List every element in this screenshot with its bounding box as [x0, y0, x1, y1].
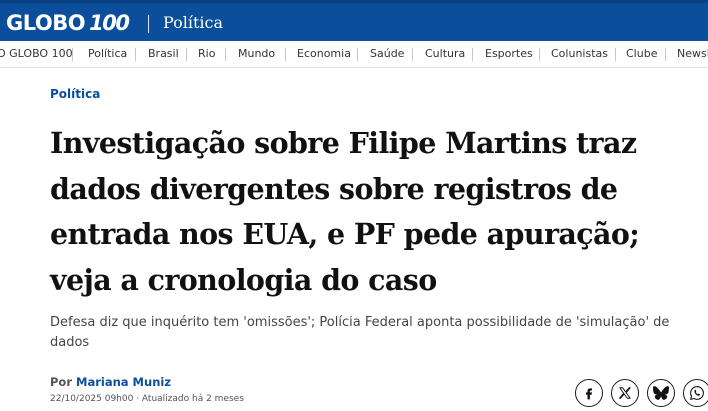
nav-item-colunistas[interactable]: Colunistas [551, 47, 608, 60]
share-facebook-button[interactable] [575, 379, 603, 407]
share-whatsapp-button[interactable] [683, 379, 708, 407]
nav-divider [285, 48, 286, 61]
nav-divider [472, 48, 473, 61]
nav-item-economia[interactable]: Economia [297, 47, 351, 60]
article-headline: Investigação sobre Filipe Martins traz d… [50, 126, 640, 297]
nav-item-clube[interactable]: Clube [626, 47, 657, 60]
nav-divider [135, 48, 136, 61]
nav-item-o-globo-100[interactable]: O GLOBO 100 [0, 47, 73, 60]
logo-text: GLOBO [6, 11, 86, 35]
x-icon [618, 387, 631, 399]
article-subtitle: Defesa diz que inquérito tem 'omissões';… [50, 315, 670, 350]
nav-item-mundo[interactable]: Mundo [238, 47, 275, 60]
site-header: GLOBO 100 Política [0, 0, 708, 41]
nav-divider [412, 48, 413, 61]
byline-prefix: Por [50, 375, 73, 389]
nav-item-saude[interactable]: Saúde [370, 47, 404, 60]
nav-divider [539, 48, 540, 61]
nav-item-rio[interactable]: Rio [198, 47, 215, 60]
logo-number: 100 [89, 11, 130, 35]
byline: Por Mariana Muniz [50, 375, 171, 389]
globo-100-logo[interactable]: GLOBO 100 [6, 11, 130, 35]
bluesky-icon [653, 386, 669, 400]
nav-item-cultura[interactable]: Cultura [425, 47, 465, 60]
facebook-icon [586, 388, 592, 400]
nav-divider [357, 48, 358, 61]
share-x-button[interactable] [611, 379, 639, 407]
nav-divider [225, 48, 226, 61]
nav-divider [72, 48, 73, 61]
whatsapp-icon [690, 386, 704, 400]
nav-item-esportes[interactable]: Esportes [485, 47, 533, 60]
nav-item-politica[interactable]: Política [88, 47, 127, 60]
author-link[interactable]: Mariana Muniz [76, 375, 171, 389]
section-nav: O GLOBO 100 Política Brasil Rio Mundo Ec… [0, 41, 708, 68]
article-category-link[interactable]: Política [50, 87, 100, 101]
nav-item-brasil[interactable]: Brasil [148, 47, 179, 60]
article-dateline: 22/10/2025 09h00 · Atualizado há 2 meses [50, 394, 244, 404]
section-title-link[interactable]: Política [163, 13, 223, 32]
nav-divider [615, 48, 616, 61]
nav-item-newsletter[interactable]: Newsl [677, 47, 708, 60]
nav-divider [186, 48, 187, 61]
nav-divider [665, 48, 666, 61]
header-divider [148, 15, 149, 33]
share-bluesky-button[interactable] [647, 379, 675, 407]
